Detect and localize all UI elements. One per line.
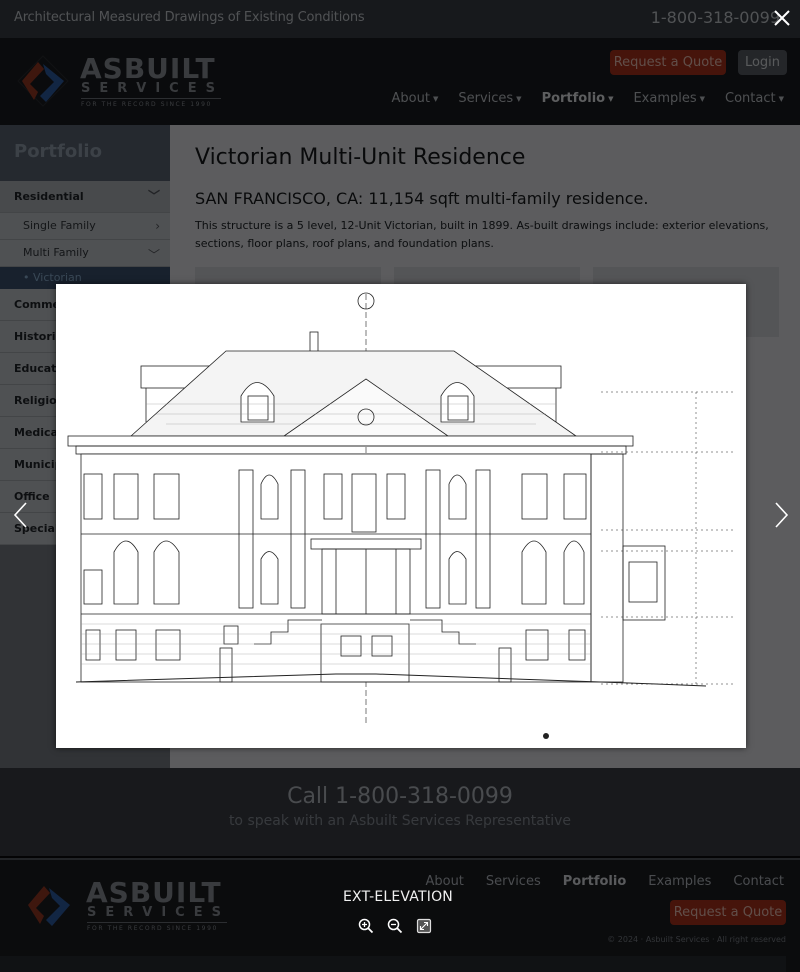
caption-text: EXT-ELEVATION [343, 889, 453, 905]
zoom-in-icon [358, 918, 374, 934]
lightbox-image[interactable] [56, 284, 746, 748]
close-icon [774, 10, 790, 26]
lightbox-caption: EXT-ELEVATION [0, 889, 800, 905]
fullscreen-button[interactable] [416, 918, 432, 934]
zoom-out-icon [387, 918, 403, 934]
zoom-out-button[interactable] [387, 918, 403, 934]
lightbox-next-button[interactable] [770, 500, 792, 530]
zoom-in-button[interactable] [358, 918, 374, 934]
lightbox-close-button[interactable] [770, 6, 794, 30]
lightbox-prev-button[interactable] [10, 500, 32, 530]
expand-icon [416, 918, 432, 934]
chevron-left-icon [13, 502, 27, 528]
elevation-drawing [67, 292, 736, 739]
lightbox-toolbar [358, 918, 432, 934]
chevron-right-icon [775, 502, 789, 528]
